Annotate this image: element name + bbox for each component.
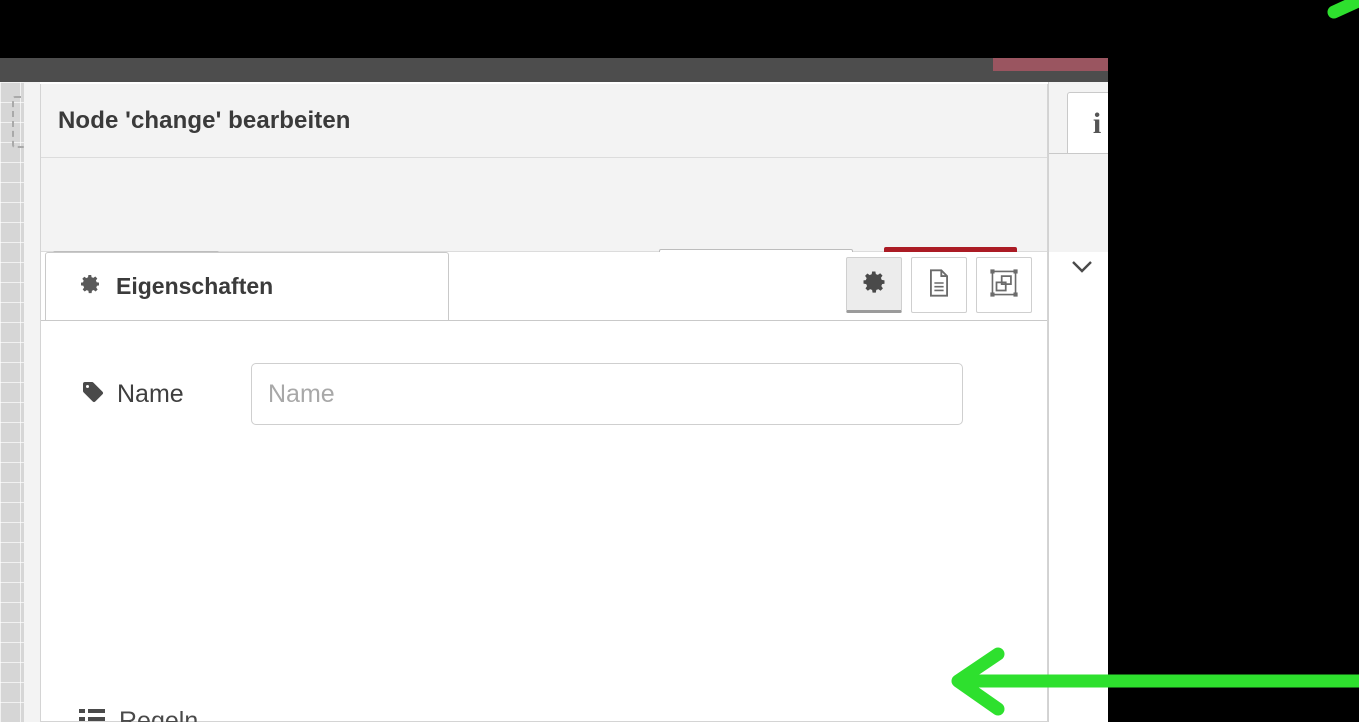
tag-icon [81, 380, 105, 409]
canvas-gutter [24, 82, 40, 722]
edit-node-dialog: Node 'change' bearbeiten Löschen Abbrech… [40, 84, 1048, 722]
dialog-toolbar: Löschen Abbrechen Fertig [41, 158, 1047, 311]
sidebar-tab-underline [1049, 153, 1108, 154]
settings-icon-button[interactable] [846, 257, 902, 313]
tab-eigenschaften-label: Eigenschaften [116, 273, 274, 299]
row-name: Name [41, 359, 1047, 429]
app-header-bar [0, 58, 1108, 82]
right-sidebar: i [1048, 82, 1108, 722]
tab-eigenschaften[interactable]: Eigenschaften [45, 252, 449, 320]
name-label: Name [117, 379, 184, 408]
chevron-down-icon[interactable] [1071, 260, 1093, 279]
dialog-titlebar: Node 'change' bearbeiten [41, 84, 1047, 158]
name-input[interactable] [251, 363, 963, 425]
layout-icon [989, 268, 1019, 303]
description-icon-button[interactable] [911, 257, 967, 313]
page-title: Node 'change' bearbeiten [58, 106, 351, 134]
rules-label-group: Regeln [79, 707, 198, 722]
document-icon [925, 268, 953, 303]
gear-icon [860, 268, 888, 301]
header-accent-bar [993, 58, 1108, 71]
app-surface: Node 'change' bearbeiten Löschen Abbrech… [0, 0, 1108, 722]
name-label-group: Name [41, 380, 251, 409]
gear-icon [78, 272, 102, 301]
sidebar-tab-info[interactable]: i [1067, 92, 1108, 154]
appearance-icon-button[interactable] [976, 257, 1032, 313]
sidebar-body [1049, 252, 1108, 722]
list-icon [79, 708, 105, 722]
rules-label: Regeln [119, 707, 199, 722]
screenshot-black-margin [0, 0, 1359, 58]
dialog-tabstrip: Eigenschaften [41, 252, 1047, 321]
sidebar-section [1049, 154, 1108, 253]
